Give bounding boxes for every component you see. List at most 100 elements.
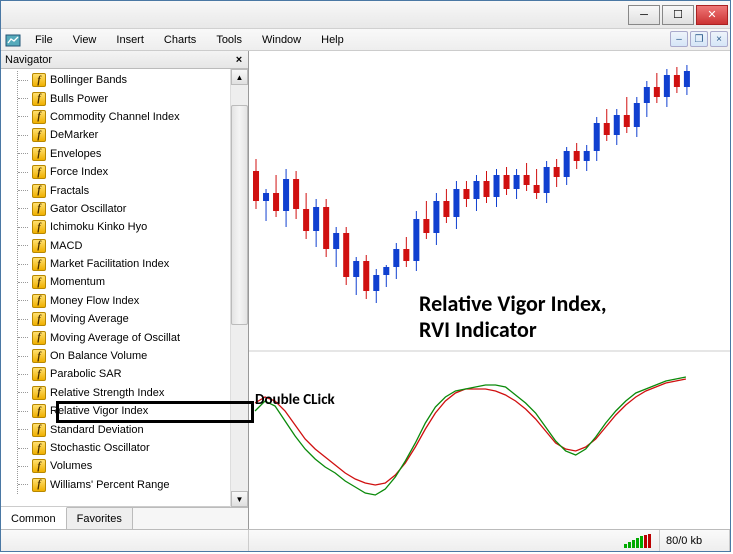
scrollbar-thumb[interactable] xyxy=(231,105,248,325)
indicator-label: Parabolic SAR xyxy=(50,368,122,380)
indicator-icon: f xyxy=(32,220,46,234)
indicator-icon: f xyxy=(32,165,46,179)
indicator-label: Momentum xyxy=(50,276,105,288)
mdi-restore-button[interactable]: ❐ xyxy=(690,31,708,47)
indicator-label: Standard Deviation xyxy=(50,424,144,436)
connection-status: 80/0 kb xyxy=(660,530,730,551)
indicator-label: Ichimoku Kinko Hyo xyxy=(50,221,147,233)
menu-help[interactable]: Help xyxy=(311,32,354,48)
indicator-icon: f xyxy=(32,184,46,198)
app-icon xyxy=(5,32,21,48)
indicator-label: Fractals xyxy=(50,185,89,197)
indicator-item[interactable]: f Momentum xyxy=(18,273,230,291)
indicator-item[interactable]: f Relative Strength Index xyxy=(18,384,230,402)
tab-favorites[interactable]: Favorites xyxy=(67,508,133,529)
tab-common[interactable]: Common xyxy=(1,507,67,529)
indicator-label: Relative Strength Index xyxy=(50,387,164,399)
indicator-icon: f xyxy=(32,349,46,363)
menu-view[interactable]: View xyxy=(63,32,107,48)
indicator-item[interactable]: f Force Index xyxy=(18,163,230,181)
indicator-icon: f xyxy=(32,92,46,106)
menu-window[interactable]: Window xyxy=(252,32,311,48)
indicator-label: Commodity Channel Index xyxy=(50,111,180,123)
indicator-item[interactable]: f Parabolic SAR xyxy=(18,365,230,383)
indicator-label: Moving Average of Oscillat xyxy=(50,332,180,344)
indicator-item[interactable]: f Moving Average xyxy=(18,310,230,328)
indicator-item[interactable]: f Williams' Percent Range xyxy=(18,476,230,494)
indicator-label: Volumes xyxy=(50,460,92,472)
indicator-icon: f xyxy=(32,294,46,308)
navigator-header: Navigator × xyxy=(1,51,248,69)
indicator-item[interactable]: f Money Flow Index xyxy=(18,292,230,310)
indicator-item[interactable]: f Envelopes xyxy=(18,145,230,163)
indicator-item[interactable]: fBulls Power xyxy=(18,89,230,107)
indicator-icon: f xyxy=(32,275,46,289)
indicator-label: Force Index xyxy=(50,166,108,178)
maximize-button[interactable]: ☐ xyxy=(662,5,694,25)
double-click-annotation: Double CLick xyxy=(255,391,335,409)
indicator-item[interactable]: f Commodity Channel Index xyxy=(18,108,230,126)
indicator-item[interactable]: fRelative Vigor Index xyxy=(18,402,230,420)
indicator-item[interactable]: f On Balance Volume xyxy=(18,347,230,365)
navigator-close-icon[interactable]: × xyxy=(232,53,246,67)
menu-insert[interactable]: Insert xyxy=(106,32,154,48)
indicator-icon: f xyxy=(32,441,46,455)
indicator-icon: f xyxy=(32,404,46,418)
indicator-icon: f xyxy=(32,312,46,326)
indicator-item[interactable]: f MACD xyxy=(18,237,230,255)
indicator-item[interactable]: f Standard Deviation xyxy=(18,420,230,438)
indicator-label: MACD xyxy=(50,240,82,252)
minimize-button[interactable]: ─ xyxy=(628,5,660,25)
signal-bars-icon xyxy=(624,534,651,548)
menu-charts[interactable]: Charts xyxy=(154,32,206,48)
indicator-label: Bollinger Bands xyxy=(50,74,127,86)
close-button[interactable]: ✕ xyxy=(696,5,728,25)
chart-area[interactable]: Relative Vigor Index, RVI Indicator Doub… xyxy=(249,51,730,529)
indicator-label: On Balance Volume xyxy=(50,350,147,362)
navigator-title: Navigator xyxy=(5,54,52,66)
menubar: File View Insert Charts Tools Window Hel… xyxy=(1,29,730,51)
titlebar: ─ ☐ ✕ xyxy=(1,1,730,29)
chart-title-annotation: Relative Vigor Index, RVI Indicator xyxy=(419,291,709,344)
menu-file[interactable]: File xyxy=(25,32,63,48)
indicator-icon: f xyxy=(32,110,46,124)
indicator-icon: f xyxy=(32,367,46,381)
indicator-label: Money Flow Index xyxy=(50,295,139,307)
scroll-up-button[interactable]: ▲ xyxy=(231,69,248,85)
indicator-label: Moving Average xyxy=(50,313,129,325)
indicator-icon: f xyxy=(32,386,46,400)
indicator-icon: f xyxy=(32,423,46,437)
scroll-down-button[interactable]: ▼ xyxy=(231,491,248,507)
mdi-minimize-button[interactable]: – xyxy=(670,31,688,47)
status-cell-left xyxy=(1,530,249,551)
navigator-tree[interactable]: fBollinger BandsfBulls PowerfCommodity C… xyxy=(1,69,230,507)
indicator-item[interactable]: fBollinger Bands xyxy=(18,71,230,89)
indicator-label: Stochastic Oscillator xyxy=(50,442,150,454)
indicator-icon: f xyxy=(32,331,46,345)
indicator-icon: f xyxy=(32,459,46,473)
indicator-icon: f xyxy=(32,478,46,492)
indicator-label: Williams' Percent Range xyxy=(50,479,169,491)
indicator-label: Envelopes xyxy=(50,148,101,160)
indicator-item[interactable]: f Gator Oscillator xyxy=(18,200,230,218)
statusbar: 80/0 kb xyxy=(1,529,730,551)
app-window: ─ ☐ ✕ File View Insert Charts Tools Wind… xyxy=(0,0,731,552)
indicator-icon: f xyxy=(32,257,46,271)
navigator-scrollbar[interactable]: ▲ ▼ xyxy=(230,69,248,507)
scrollbar-track[interactable] xyxy=(231,85,248,491)
menu-tools[interactable]: Tools xyxy=(206,32,252,48)
indicator-item[interactable]: f Stochastic Oscillator xyxy=(18,439,230,457)
indicator-icon: f xyxy=(32,239,46,253)
indicator-label: Market Facilitation Index xyxy=(50,258,169,270)
indicator-item[interactable]: f Market Facilitation Index xyxy=(18,255,230,273)
indicator-item[interactable]: fDeMarker xyxy=(18,126,230,144)
mdi-close-button[interactable]: × xyxy=(710,31,728,47)
indicator-label: Gator Oscillator xyxy=(50,203,126,215)
indicator-item[interactable]: f Volumes xyxy=(18,457,230,475)
indicator-item[interactable]: f Fractals xyxy=(18,181,230,199)
indicator-icon: f xyxy=(32,128,46,142)
indicator-item[interactable]: f Moving Average of Oscillat xyxy=(18,328,230,346)
indicator-item[interactable]: f Ichimoku Kinko Hyo xyxy=(18,218,230,236)
indicator-icon: f xyxy=(32,202,46,216)
indicator-icon: f xyxy=(32,147,46,161)
